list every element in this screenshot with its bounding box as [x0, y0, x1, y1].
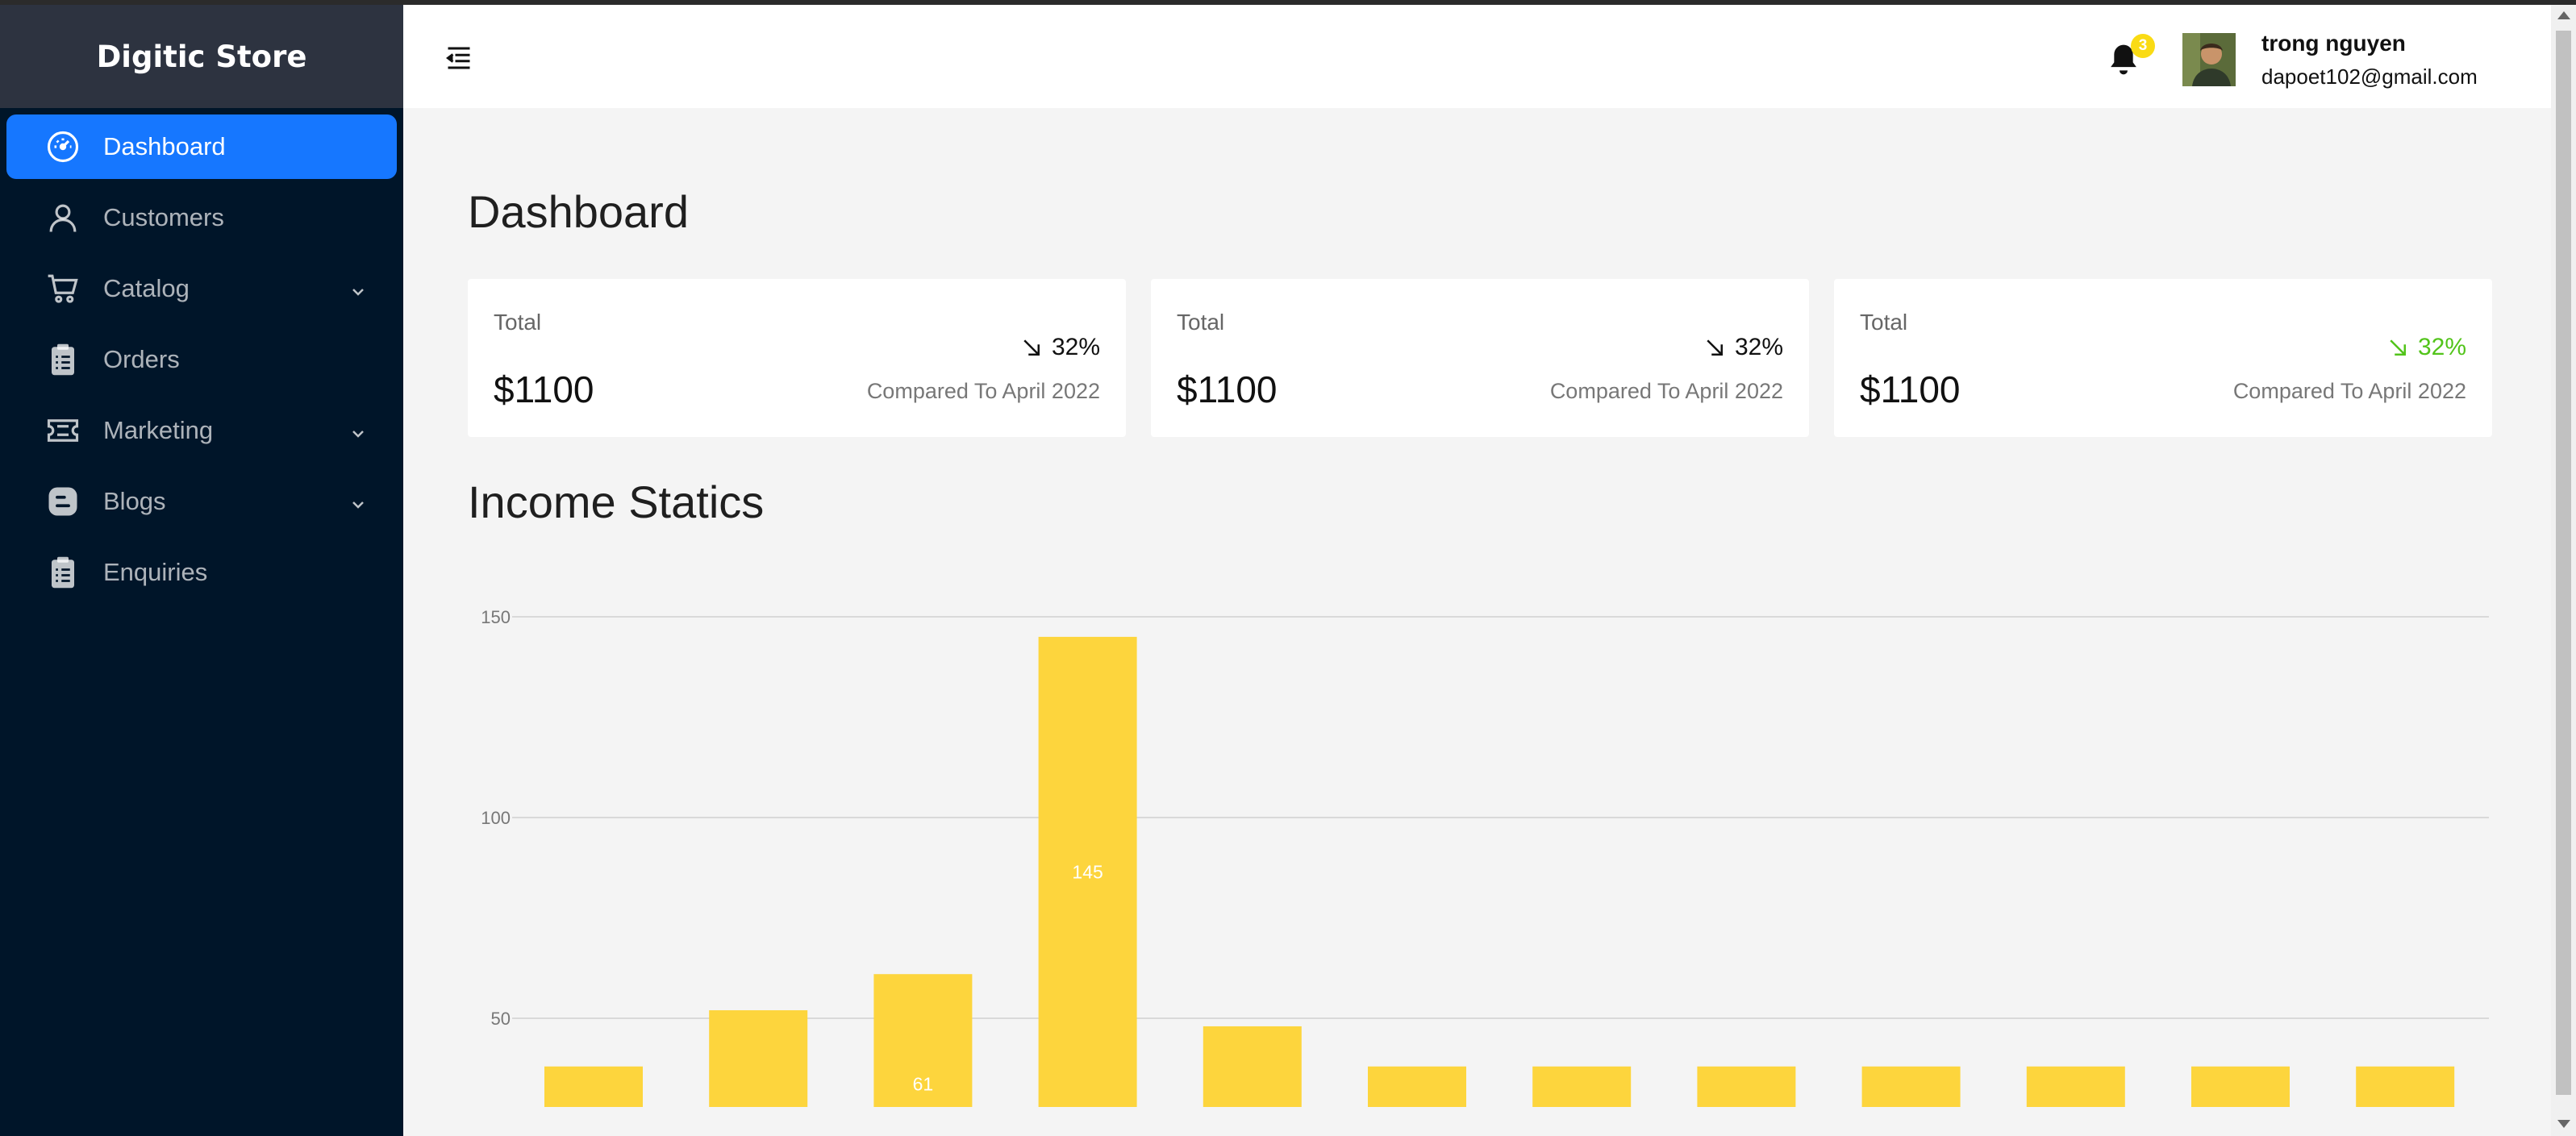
stat-compare: Compared To April 2022 — [866, 379, 1100, 403]
stat-change-value: 32% — [1051, 334, 1100, 360]
sidebar-item-dashboard[interactable]: Dashboard — [6, 114, 397, 179]
stat-change: 32% — [1703, 334, 1783, 361]
blogger-icon — [45, 484, 81, 519]
sidebar-item-label: Orders — [103, 345, 180, 373]
stat-change-value: 32% — [2417, 334, 2466, 360]
vertical-scrollbar[interactable] — [2551, 5, 2576, 1136]
sidebar: Digitic Store Dashboard Customers Catalo… — [0, 5, 403, 1136]
arrow-down-right-icon — [2390, 339, 2406, 356]
page-title: Dashboard — [468, 186, 689, 237]
stat-card: Total $1100 32% Compared To April 2022 — [1834, 279, 2492, 437]
user-name[interactable]: trong nguyen — [2261, 31, 2406, 56]
chart-bar[interactable] — [1861, 1066, 1961, 1107]
chart-bar[interactable] — [2026, 1066, 2125, 1107]
sidebar-item-blogs[interactable]: Blogs — [6, 469, 397, 534]
top-header: 3 trong nguyen dapoet102@gmail.com — [403, 5, 2551, 108]
chart-bar[interactable] — [709, 1010, 808, 1107]
sidebar-item-enquiries[interactable]: Enquiries — [6, 540, 397, 605]
sidebar-item-label: Marketing — [103, 416, 214, 444]
chart-bar[interactable] — [1368, 1066, 1466, 1107]
chart-bar[interactable] — [1697, 1066, 1796, 1107]
chart-bar[interactable] — [2356, 1066, 2455, 1107]
stat-value: $1100 — [1177, 368, 1278, 410]
stat-card: Total $1100 32% Compared To April 2022 — [1151, 279, 1809, 437]
user-icon — [45, 200, 81, 235]
user-email: dapoet102@gmail.com — [2261, 64, 2478, 89]
chart-bar[interactable] — [1532, 1066, 1632, 1107]
chart-bar[interactable] — [1203, 1026, 1302, 1107]
sidebar-item-catalog[interactable]: Catalog — [6, 256, 397, 321]
arrow-down-right-icon — [1707, 339, 1723, 356]
clipboard-list-icon — [45, 342, 81, 377]
sidebar-item-customers[interactable]: Customers — [6, 185, 397, 250]
income-bar-chart: 50 100 150 61 145 — [481, 607, 2489, 1107]
app-logo[interactable]: Digitic Store — [0, 5, 403, 108]
stat-label: Total — [1177, 310, 1225, 335]
scroll-thumb[interactable] — [2556, 31, 2571, 1095]
sidebar-item-label: Blogs — [103, 487, 166, 515]
chevron-down-icon — [348, 492, 368, 511]
sidebar-item-orders[interactable]: Orders — [6, 327, 397, 392]
bar-data-label: 145 — [1072, 861, 1103, 882]
chevron-down-icon — [348, 279, 368, 298]
scroll-down-arrow-icon[interactable] — [2557, 1120, 2570, 1128]
chart-bar[interactable] — [544, 1066, 643, 1107]
app-title: Digitic Store — [96, 39, 307, 74]
chevron-down-icon — [348, 421, 368, 440]
shopping-cart-icon — [45, 271, 81, 306]
stat-compare: Compared To April 2022 — [2232, 379, 2466, 403]
stat-compare: Compared To April 2022 — [1549, 379, 1783, 403]
sidebar-item-label: Customers — [103, 203, 224, 231]
sidebar-item-label: Enquiries — [103, 558, 208, 586]
section-title: Income Statics — [468, 476, 765, 527]
ticket-icon — [45, 413, 81, 448]
bar-data-label: 61 — [913, 1074, 934, 1095]
y-tick-label: 50 — [491, 1009, 511, 1029]
stat-change: 32% — [2386, 334, 2466, 361]
menu-fold-icon[interactable] — [444, 44, 474, 73]
avatar[interactable] — [2182, 33, 2236, 86]
stat-value: $1100 — [494, 368, 594, 410]
scroll-up-arrow-icon[interactable] — [2557, 11, 2570, 19]
notification-badge: 3 — [2131, 34, 2155, 58]
dashboard-icon — [45, 129, 81, 164]
clipboard-icon — [45, 555, 81, 590]
y-tick-label: 150 — [481, 607, 511, 627]
stat-change-value: 32% — [1734, 334, 1783, 360]
sidebar-menu: Dashboard Customers Catalog Orders Marke… — [0, 108, 403, 605]
stat-card: Total $1100 32% Compared To April 2022 — [468, 279, 1126, 437]
stat-change: 32% — [1019, 334, 1100, 361]
stat-label: Total — [494, 310, 542, 335]
arrow-down-right-icon — [1023, 339, 1040, 356]
stat-label: Total — [1860, 310, 1908, 335]
sidebar-item-marketing[interactable]: Marketing — [6, 398, 397, 463]
y-tick-label: 100 — [481, 808, 511, 828]
sidebar-item-label: Dashboard — [103, 132, 226, 160]
sidebar-item-label: Catalog — [103, 274, 190, 302]
stat-value: $1100 — [1860, 368, 1961, 410]
chart-bar[interactable] — [2191, 1066, 2290, 1107]
